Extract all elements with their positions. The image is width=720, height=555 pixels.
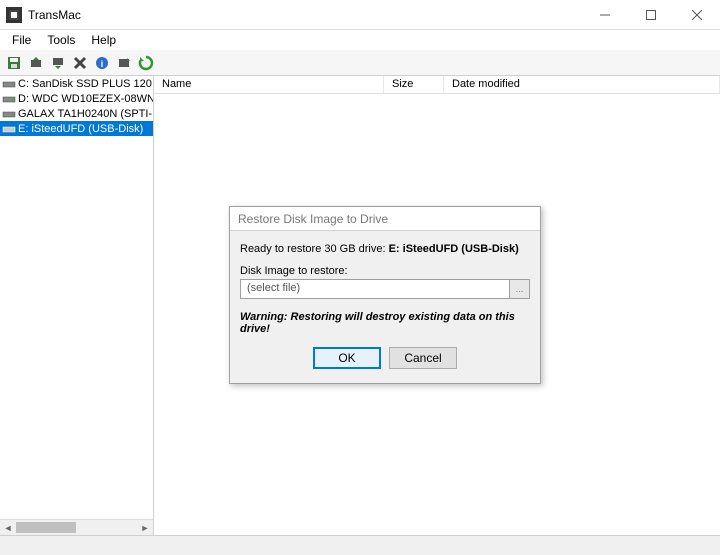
toolbar: i [0,50,720,76]
menu-tools[interactable]: Tools [39,32,83,48]
drive-label: E: iSteedUFD (USB-Disk) [18,123,143,135]
minimize-button[interactable] [582,0,628,30]
open-icon[interactable] [114,53,134,73]
svg-text:i: i [101,59,104,69]
dialog-ready-text: Ready to restore 30 GB drive: E: iSteedU… [240,243,530,255]
close-button[interactable] [674,0,720,30]
list-header: Name Size Date modified [154,76,720,94]
menu-file[interactable]: File [4,32,39,48]
file-input[interactable]: (select file) [240,279,510,299]
drive-label: GALAX TA1H0240N (SPTI-Disk) [18,108,154,120]
app-icon [6,7,22,23]
drive-c[interactable]: C: SanDisk SSD PLUS 120 GB ( [0,76,153,91]
drive-label: C: SanDisk SSD PLUS 120 GB ( [18,78,154,90]
column-name[interactable]: Name [154,76,384,93]
disk-icon [2,93,16,105]
dialog-buttons: OK Cancel [240,347,530,375]
restore-dialog: Restore Disk Image to Drive Ready to res… [229,206,541,384]
menu-help[interactable]: Help [83,32,124,48]
warning-text: Warning: Restoring will destroy existing… [240,311,530,335]
scroll-track[interactable] [76,520,137,535]
ready-drive: E: iSteedUFD (USB-Disk) [389,243,519,255]
drive-d[interactable]: D: WDC WD10EZEX-08WN4A0 (SAT [0,91,153,106]
copy-from-icon[interactable] [26,53,46,73]
column-size[interactable]: Size [384,76,444,93]
status-bar [0,535,720,555]
maximize-button[interactable] [628,0,674,30]
disk-icon [2,123,16,135]
scroll-left-icon[interactable]: ◄ [0,520,16,535]
cancel-button[interactable]: Cancel [389,347,457,369]
file-row: (select file) … [240,279,530,299]
ok-button[interactable]: OK [313,347,381,369]
window-controls [582,0,720,30]
dialog-body: Ready to restore 30 GB drive: E: iSteedU… [230,231,540,383]
scroll-thumb[interactable] [16,522,76,533]
title-bar: TransMac [0,0,720,30]
ready-prefix: Ready to restore 30 GB drive: [240,243,389,255]
file-label: Disk Image to restore: [240,265,530,277]
column-date[interactable]: Date modified [444,76,720,93]
save-icon[interactable] [4,53,24,73]
copy-to-icon[interactable] [48,53,68,73]
info-icon[interactable]: i [92,53,112,73]
drive-label: D: WDC WD10EZEX-08WN4A0 (SAT [18,93,154,105]
disk-icon [2,108,16,120]
dialog-title: Restore Disk Image to Drive [230,207,540,231]
drive-galax[interactable]: GALAX TA1H0240N (SPTI-Disk) [0,106,153,121]
disk-icon [2,78,16,90]
window-title: TransMac [28,8,81,22]
browse-button[interactable]: … [510,279,530,299]
tree-scrollbar[interactable]: ◄ ► [0,519,153,535]
scroll-right-icon[interactable]: ► [137,520,153,535]
menu-bar: File Tools Help [0,30,720,50]
drive-e[interactable]: E: iSteedUFD (USB-Disk) [0,121,153,136]
delete-icon[interactable] [70,53,90,73]
drive-tree: C: SanDisk SSD PLUS 120 GB ( D: WDC WD10… [0,76,154,535]
refresh-icon[interactable] [136,53,156,73]
